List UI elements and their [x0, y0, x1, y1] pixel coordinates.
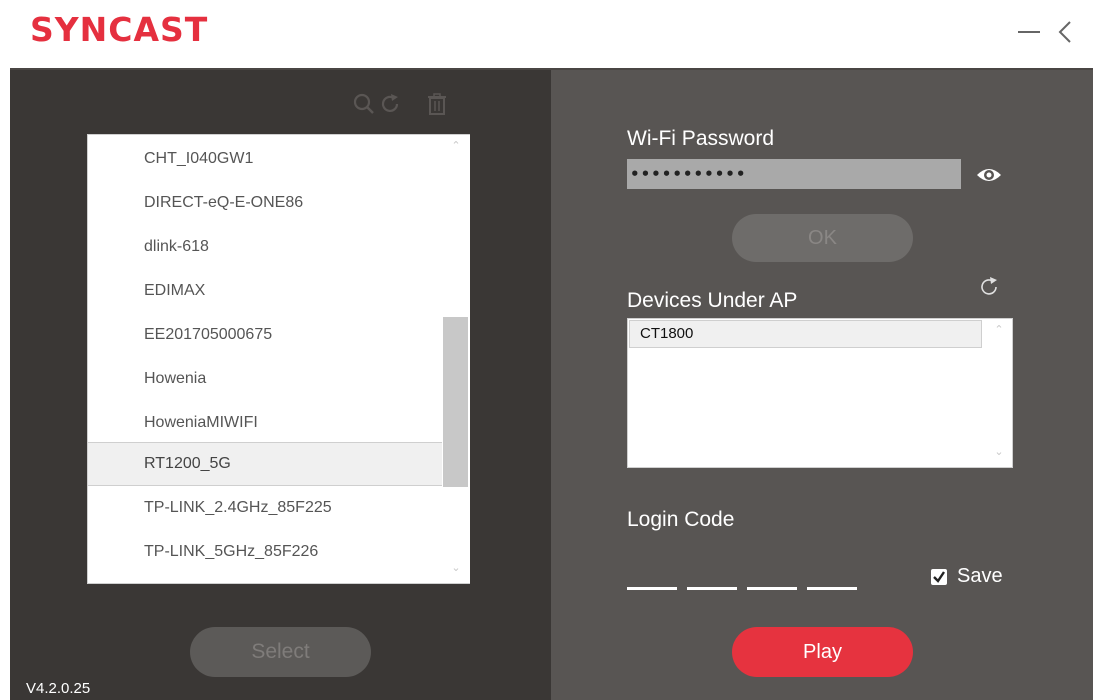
minimize-button[interactable]: [1012, 14, 1046, 48]
login-code-digit-4[interactable]: [807, 566, 857, 590]
list-item[interactable]: CT1800: [629, 320, 982, 348]
scroll-up-icon[interactable]: ⌃: [442, 139, 470, 157]
eye-icon: [977, 169, 1001, 181]
title-bar: SYNCAST: [0, 0, 1093, 68]
checkmark-icon: [933, 571, 945, 583]
delete-button[interactable]: [425, 92, 449, 116]
login-code-label: Login Code: [627, 508, 735, 531]
show-password-button[interactable]: [974, 162, 1004, 188]
list-item[interactable]: EE201705000675: [88, 313, 442, 357]
scroll-up-icon[interactable]: ⌃: [985, 323, 1013, 341]
list-item[interactable]: EDIMAX: [88, 269, 442, 313]
list-item-selected[interactable]: RT1200_5G: [88, 442, 442, 486]
save-checkbox[interactable]: [931, 569, 947, 585]
refresh-devices-button[interactable]: [978, 276, 1000, 298]
list-scrollbar[interactable]: ⌃ ⌄: [442, 135, 470, 583]
trash-icon: [428, 93, 446, 115]
refresh-icon: [381, 94, 399, 113]
devices-under-ap-label: Devices Under AP: [627, 289, 798, 312]
search-button[interactable]: [352, 92, 376, 116]
scroll-down-icon[interactable]: ⌄: [442, 561, 470, 579]
version-label: V4.2.0.25: [26, 680, 91, 697]
refresh-list-button[interactable]: [378, 92, 402, 116]
play-button[interactable]: Play: [732, 627, 913, 677]
wifi-password-field[interactable]: [627, 159, 961, 189]
wifi-network-list[interactable]: CHT_I040GW1 DIRECT-eQ-E-ONE86 dlink-618 …: [87, 134, 470, 584]
minimize-icon: [1018, 31, 1040, 33]
chevron-left-icon: [1058, 21, 1071, 43]
wifi-password-label: Wi-Fi Password: [627, 127, 775, 150]
syncast-logo: SYNCAST: [30, 10, 209, 49]
list-item[interactable]: dlink-618: [88, 225, 442, 269]
list-item[interactable]: DIRECT-eQ-E-ONE86: [88, 181, 442, 225]
back-button[interactable]: [1050, 14, 1084, 48]
device-list[interactable]: CT1800 ⌃ ⌄: [627, 318, 1013, 468]
save-label: Save: [957, 565, 1003, 587]
login-code-digit-3[interactable]: [747, 566, 797, 590]
search-icon: [353, 93, 374, 114]
device-list-scrollbar[interactable]: ⌃ ⌄: [985, 319, 1013, 467]
login-code-digit-1[interactable]: [627, 566, 677, 590]
list-item[interactable]: Howenia: [88, 357, 442, 401]
scroll-down-icon[interactable]: ⌄: [985, 445, 1013, 463]
list-item[interactable]: HoweniaMIWIFI: [88, 401, 442, 445]
list-item[interactable]: TP-LINK_2.4GHz_85F225: [88, 486, 442, 530]
select-button[interactable]: Select: [190, 627, 371, 677]
list-item[interactable]: TP-LINK_5GHz_85F226: [88, 530, 442, 574]
refresh-icon: [981, 277, 997, 295]
list-item[interactable]: CHT_I040GW1: [88, 137, 442, 181]
scroll-thumb[interactable]: [443, 317, 468, 487]
ok-button[interactable]: OK: [732, 214, 913, 262]
login-code-digit-2[interactable]: [687, 566, 737, 590]
